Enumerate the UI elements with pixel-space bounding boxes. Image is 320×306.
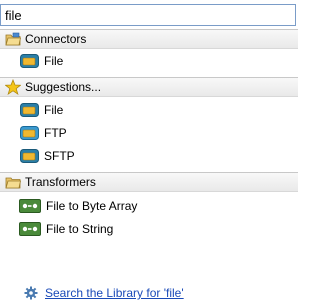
list-item-file-to-byte-array[interactable]: File to Byte Array	[0, 195, 298, 217]
item-label: SFTP	[44, 149, 75, 163]
item-label: File to String	[46, 222, 114, 236]
transformer-icon	[19, 222, 41, 236]
gear-icon	[24, 286, 38, 300]
item-label: File	[44, 54, 64, 68]
list-item-connector-file[interactable]: File	[0, 50, 298, 72]
search-library-link[interactable]: Search the Library for 'file'	[45, 286, 184, 300]
group-label-connectors: Connectors	[25, 32, 87, 46]
group-label-transformers: Transformers	[25, 175, 96, 189]
folder-icon	[5, 177, 21, 189]
search-input[interactable]	[0, 4, 296, 26]
list-item-file-to-string[interactable]: File to String	[0, 218, 298, 240]
group-header-transformers[interactable]: Transformers	[0, 172, 298, 192]
connector-icon	[20, 54, 39, 68]
connector-icon	[20, 103, 39, 117]
item-label: FTP	[44, 126, 67, 140]
list-item-suggestion-sftp[interactable]: SFTP	[0, 145, 298, 167]
connector-icon	[20, 149, 39, 163]
transformer-icon	[19, 199, 41, 213]
group-label-suggestions: Suggestions...	[25, 80, 102, 94]
connector-icon	[20, 126, 39, 140]
group-header-connectors[interactable]: Connectors	[0, 29, 298, 49]
list-item-suggestion-ftp[interactable]: FTP	[0, 122, 298, 144]
group-header-suggestions[interactable]: Suggestions...	[0, 77, 298, 97]
folder-icon	[5, 32, 21, 46]
item-label: File	[44, 103, 64, 117]
list-item-suggestion-file[interactable]: File	[0, 99, 298, 121]
star-icon	[5, 79, 21, 95]
search-library-row: Search the Library for 'file'	[0, 283, 298, 303]
item-label: File to Byte Array	[46, 199, 138, 213]
